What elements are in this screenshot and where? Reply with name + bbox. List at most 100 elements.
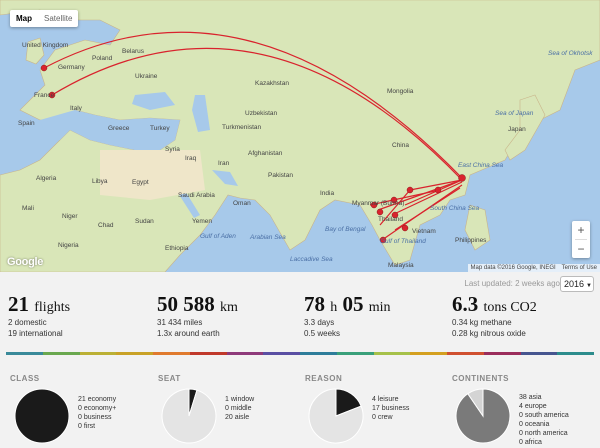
legend-item: 20 aisle <box>225 414 250 421</box>
map-label: France <box>34 92 55 99</box>
map-label: Kazakhstan <box>255 80 289 87</box>
stripe-segment <box>189 352 227 355</box>
pie-slice-economy <box>14 388 70 444</box>
map-label: Niger <box>62 213 78 220</box>
legend-item: 17 business <box>372 405 410 412</box>
map-label: Afghanistan <box>248 150 283 157</box>
distance-miles: 31 434 miles <box>157 318 203 327</box>
stripe-segment <box>116 352 153 355</box>
legend-item: 4 leisure <box>372 396 399 403</box>
legend-item: 0 first <box>78 423 96 430</box>
marker-asia-1 <box>434 186 442 194</box>
zoom-out-button[interactable]: − <box>572 240 590 258</box>
google-logo[interactable]: Google <box>7 256 43 268</box>
map-label: Uzbekistan <box>245 110 278 117</box>
satellite-tab[interactable]: Satellite <box>38 10 78 27</box>
stat-flights: 21 flights 2 domestic 19 international <box>8 292 70 339</box>
map-label: Gulf of Thailand <box>380 238 426 245</box>
distance-earth: 1.3x around earth <box>157 329 220 338</box>
map-label: Libya <box>92 178 108 185</box>
map-view[interactable]: United Kingdom Germany Poland Belarus Uk… <box>0 0 600 272</box>
time-minutes-unit: min <box>368 300 391 315</box>
flights-international: 19 international <box>8 329 63 338</box>
marker-asia-7 <box>401 224 409 232</box>
time-hours: 78 <box>304 292 325 316</box>
map-tab[interactable]: Map <box>10 10 38 27</box>
year-value: 2016 <box>564 279 585 289</box>
continents-heading: CONTINENTS <box>452 374 509 383</box>
time-days: 3.3 days <box>304 318 335 327</box>
year-select[interactable]: 2016 ▼ <box>560 276 594 292</box>
legend-item: 0 business <box>78 414 112 421</box>
map-label: Thailand <box>378 216 403 223</box>
map-label: Ukraine <box>135 73 158 80</box>
map-attribution: Map data ©2016 Google, INEGI Terms of Us… <box>467 264 600 272</box>
zoom-in-button[interactable]: + <box>572 221 590 239</box>
co2-unit: tons CO2 <box>483 300 537 315</box>
map-label: Algeria <box>36 175 57 182</box>
map-label: Poland <box>92 55 113 62</box>
pie-slice-aisle <box>161 388 217 444</box>
map-label: Italy <box>70 105 82 112</box>
map-label: China <box>392 142 409 149</box>
seat-pie-chart <box>161 388 217 444</box>
map-label: Saudi Arabia <box>178 192 215 199</box>
distance-unit: km <box>220 300 238 315</box>
map-label: Oman <box>233 200 251 207</box>
map-label: Gulf of Aden <box>200 233 236 240</box>
zoom-control: + − <box>572 221 590 258</box>
map-label: Myanmar (Burma) <box>352 200 405 207</box>
stripe-segment <box>79 352 117 355</box>
map-label: Pakistan <box>268 172 293 179</box>
map-label: Vietnam <box>412 228 436 235</box>
legend-item: 0 south america <box>519 412 569 419</box>
map-label: Philippines <box>455 237 487 244</box>
flights-count: 21 <box>8 292 29 316</box>
seat-heading: SEAT <box>158 374 181 383</box>
stripe-segment <box>300 352 337 355</box>
stripe-segment <box>557 352 594 355</box>
map-label: South China Sea <box>430 205 480 212</box>
color-stripe-divider <box>6 352 594 355</box>
map-label: Ethiopia <box>165 245 189 252</box>
continents-pie-chart <box>455 388 511 444</box>
attribution-text: Map data ©2016 Google, INEGI <box>470 265 556 271</box>
time-minutes: 05 <box>342 292 364 316</box>
map-label: Bay of Bengal <box>325 226 366 233</box>
legend-item: 4 europe <box>519 403 547 410</box>
terms-link[interactable]: Terms of Use <box>562 265 597 271</box>
map-label: Arabian Sea <box>250 234 286 241</box>
map-label: Sea of Okhotsk <box>548 50 593 57</box>
class-heading: CLASS <box>10 374 40 383</box>
map-label: Nigeria <box>58 242 79 249</box>
stripe-segment <box>410 352 447 355</box>
class-pie-chart <box>14 388 70 444</box>
stat-time: 78 h 05 min 3.3 days 0.5 weeks <box>304 292 391 339</box>
reason-heading: REASON <box>305 374 343 383</box>
reason-pie-chart <box>308 388 364 444</box>
legend-item: 1 window <box>225 396 255 403</box>
stripe-segment <box>447 352 484 355</box>
chevron-down-icon: ▼ <box>586 283 592 289</box>
stripe-segment <box>520 352 558 355</box>
map-label: Turkmenistan <box>222 124 262 131</box>
map-label: Japan <box>508 126 526 133</box>
time-hours-unit: h <box>330 300 338 315</box>
flights-unit: flights <box>34 300 71 315</box>
map-label: East China Sea <box>458 162 504 169</box>
map-label: Mongolia <box>387 88 414 95</box>
reason-legend: 4 leisure 17 business 0 crew <box>372 395 409 422</box>
co2-nitrous: 0.28 kg nitrous oxide <box>452 329 526 338</box>
stripe-segment <box>42 352 80 355</box>
marker-shanghai <box>458 174 466 182</box>
map-label: Germany <box>58 64 85 71</box>
map-type-control: Map Satellite <box>10 10 79 27</box>
legend-item: 0 north america <box>519 430 568 437</box>
marker-london <box>40 64 48 72</box>
class-legend: 21 economy 0 economy+ 0 business 0 first <box>78 395 116 431</box>
stripe-segment <box>483 352 521 355</box>
stat-distance: 50 588 km 31 434 miles 1.3x around earth <box>157 292 238 339</box>
co2-value: 6.3 <box>452 292 479 316</box>
map-label: Spain <box>18 120 35 127</box>
last-updated-text: Last updated: 2 weeks ago <box>464 279 560 288</box>
